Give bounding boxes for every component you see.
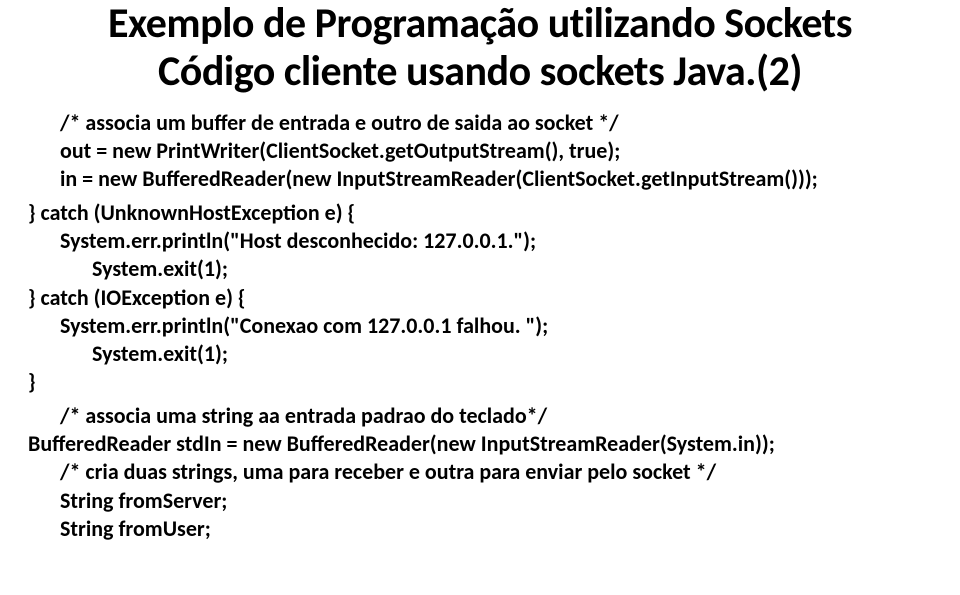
- code-line: in = new BufferedReader(new InputStreamR…: [28, 165, 948, 193]
- code-block: /* associa um buffer de entrada e outro …: [12, 109, 948, 543]
- title-line-1: Exemplo de Programação utilizando Socket…: [12, 0, 948, 48]
- code-comment: /* associa uma string aa entrada padrao …: [28, 402, 948, 430]
- code-line: String fromUser;: [28, 515, 948, 543]
- code-line: } catch (UnknownHostException e) {: [28, 199, 948, 227]
- code-line: } catch (IOException e) {: [28, 284, 948, 312]
- code-line: System.exit(1);: [28, 340, 948, 368]
- code-comment: /* cria duas strings, uma para receber e…: [28, 458, 948, 486]
- slide-title: Exemplo de Programação utilizando Socket…: [12, 0, 948, 97]
- code-line: System.err.println("Host desconhecido: 1…: [28, 227, 948, 255]
- title-line-2: Código cliente usando sockets Java.(2): [12, 48, 948, 96]
- code-line: BufferedReader stdIn = new BufferedReade…: [28, 430, 948, 458]
- slide-container: Exemplo de Programação utilizando Socket…: [0, 0, 960, 543]
- code-line: }: [28, 368, 948, 396]
- code-line: String fromServer;: [28, 487, 948, 515]
- code-line: out = new PrintWriter(ClientSocket.getOu…: [28, 137, 948, 165]
- code-line: System.exit(1);: [28, 255, 948, 283]
- code-line: System.err.println("Conexao com 127.0.0.…: [28, 312, 948, 340]
- code-comment: /* associa um buffer de entrada e outro …: [28, 109, 948, 137]
